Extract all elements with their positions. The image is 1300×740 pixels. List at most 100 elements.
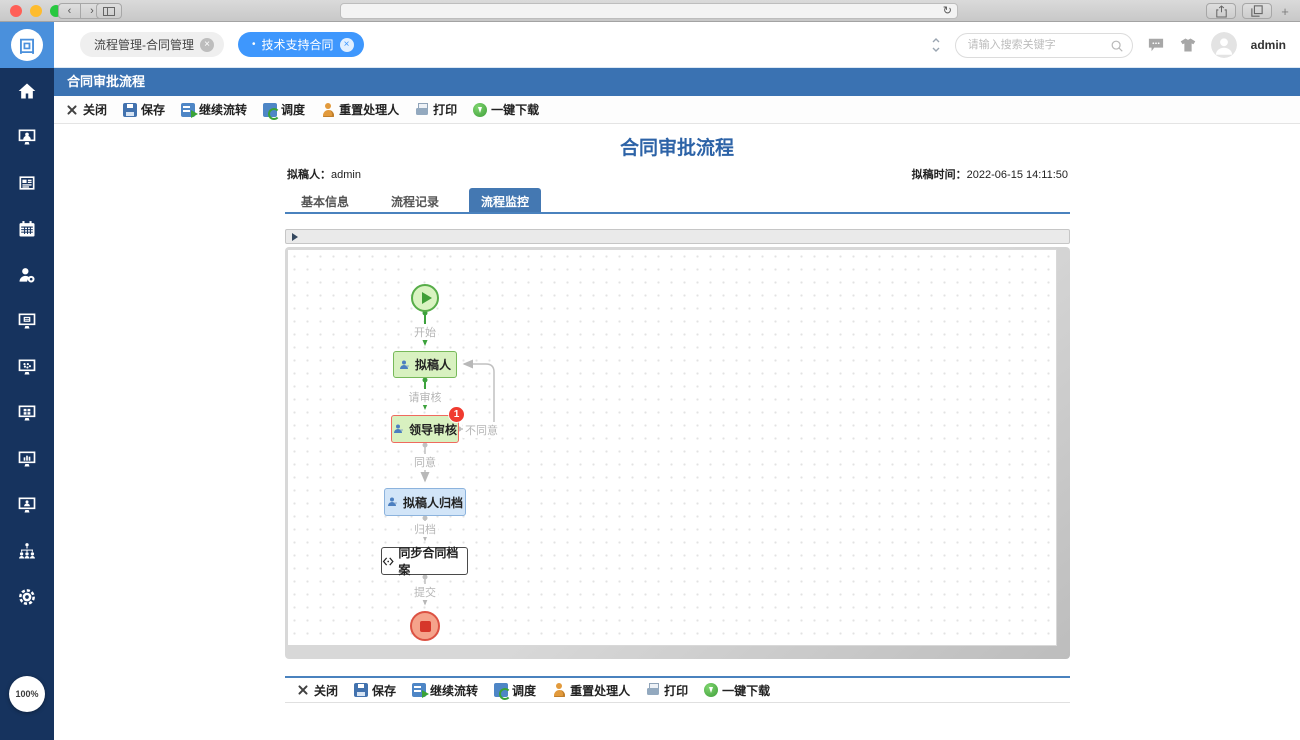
monitor-apps-icon <box>17 357 37 377</box>
search-input[interactable] <box>955 33 1133 58</box>
workspace-tab-process-mgmt[interactable]: 流程管理-合同管理 × <box>80 32 224 57</box>
print-button[interactable]: 打印 <box>646 682 688 699</box>
dispatch-button[interactable]: 调度 <box>263 101 305 118</box>
sidebar-item-monitor-chart[interactable] <box>0 436 54 482</box>
search-icon[interactable] <box>1110 39 1124 53</box>
zoom-indicator[interactable]: 100% <box>9 676 45 712</box>
org-chart-icon <box>17 541 37 561</box>
close-tab-icon[interactable]: × <box>340 38 354 52</box>
sidebar-item-news[interactable] <box>0 160 54 206</box>
close-window-button[interactable] <box>10 5 22 17</box>
app-topbar: 流程管理-合同管理 × • 技术支持合同 × admin <box>54 22 1300 68</box>
edge-label-review: 请审核 <box>407 389 444 405</box>
workspace-tab-label: 流程管理-合同管理 <box>94 36 194 53</box>
address-bar[interactable]: ↻ <box>340 3 958 19</box>
dispatch-label: 调度 <box>512 682 536 699</box>
sidebar-item-user-settings[interactable] <box>0 252 54 298</box>
tab-scroll-chevrons[interactable] <box>931 35 941 55</box>
flow-node-start[interactable] <box>411 284 439 312</box>
browser-back-button[interactable]: ‹ <box>58 3 81 19</box>
edge-label-start: 开始 <box>412 324 438 340</box>
save-button[interactable]: 保存 <box>354 682 396 699</box>
print-label: 打印 <box>664 682 688 699</box>
close-tab-icon[interactable]: × <box>200 38 214 52</box>
theme-shirt-icon[interactable] <box>1179 37 1197 53</box>
continue-flow-button[interactable]: 继续流转 <box>181 101 247 118</box>
messages-icon[interactable] <box>1147 37 1165 53</box>
new-tab-button[interactable]: + <box>1278 4 1292 19</box>
avatar[interactable] <box>1211 32 1237 58</box>
dispatch-button[interactable]: 调度 <box>494 682 536 699</box>
dispatch-icon <box>494 683 508 697</box>
flow-node-drafter-archive[interactable]: 拟稿人归档 <box>384 488 466 516</box>
palette-collapse-toggle[interactable] <box>285 229 1070 244</box>
flow-node-leader-review[interactable]: 领导审核 <box>391 415 459 443</box>
flow-node-end[interactable] <box>410 611 440 641</box>
print-button[interactable]: 打印 <box>415 101 457 118</box>
tab-basic-info[interactable]: 基本信息 <box>289 188 361 212</box>
news-icon <box>17 173 37 193</box>
sidebar-item-org-chart[interactable] <box>0 528 54 574</box>
service-task-icon <box>382 555 394 568</box>
username-label: admin <box>1251 38 1286 52</box>
browser-chrome: ‹ › ↻ + <box>0 0 1300 22</box>
tab-process-monitor[interactable]: 流程监控 <box>469 188 541 212</box>
app-logo[interactable]: 回 <box>0 22 54 68</box>
sidebar-item-user-monitor[interactable] <box>0 114 54 160</box>
close-button[interactable]: 关闭 <box>65 101 107 118</box>
close-icon <box>296 683 310 697</box>
download-label: 一键下载 <box>491 101 539 118</box>
calendar-icon <box>17 219 37 239</box>
settings-gear-icon <box>17 587 37 607</box>
flow-canvas[interactable]: 开始 拟稿人 请审核 领导审核 1 不同意 同意 拟稿人归档 归档 同步合同档案 <box>287 249 1057 646</box>
reset-user-icon <box>552 683 566 697</box>
sidebar-item-settings[interactable] <box>0 574 54 620</box>
reset-handler-button[interactable]: 重置处理人 <box>321 101 399 118</box>
browser-sidebar-toggle[interactable] <box>96 3 122 19</box>
user-monitor-icon <box>17 127 37 147</box>
flow-node-sync-archive[interactable]: 同步合同档案 <box>381 547 468 575</box>
reload-icon[interactable]: ↻ <box>943 4 952 19</box>
dispatch-label: 调度 <box>281 101 305 118</box>
page-header-title: 合同审批流程 <box>54 68 1300 96</box>
user-task-icon <box>387 496 399 508</box>
workspace-tab-tech-support-contract[interactable]: • 技术支持合同 × <box>238 32 364 57</box>
minimize-window-button[interactable] <box>30 5 42 17</box>
share-button[interactable] <box>1206 3 1236 19</box>
tabs-overview-button[interactable] <box>1242 3 1272 19</box>
sidebar-item-calendar[interactable] <box>0 206 54 252</box>
expand-arrow-icon <box>292 233 298 241</box>
unsaved-dot: • <box>252 39 256 50</box>
flow-edges <box>288 250 1057 646</box>
screen: ‹ › ↻ + 回 流程管理-合同管理 × • 技术支持 <box>0 0 1300 740</box>
sidebar-item-monitor-user[interactable] <box>0 482 54 528</box>
sidebar-item-monitor-apps[interactable] <box>0 344 54 390</box>
dispatch-icon <box>263 103 277 117</box>
sidebar-toggle-icon <box>103 7 115 16</box>
save-button[interactable]: 保存 <box>123 101 165 118</box>
sidebar-item-monitor-doc[interactable] <box>0 298 54 344</box>
print-label: 打印 <box>433 101 457 118</box>
sidebar-item-monitor-grid[interactable] <box>0 390 54 436</box>
download-button[interactable]: 一键下载 <box>704 682 770 699</box>
flow-node-label: 同步合同档案 <box>398 544 467 578</box>
sidebar-item-home[interactable] <box>0 68 54 114</box>
tabs-overview-icon <box>1251 5 1263 17</box>
draft-time-value: 2022-06-15 14:11:50 <box>967 169 1068 181</box>
close-label: 关闭 <box>83 101 107 118</box>
reset-user-icon <box>321 103 335 117</box>
download-button[interactable]: 一键下载 <box>473 101 539 118</box>
reset-handler-button[interactable]: 重置处理人 <box>552 682 630 699</box>
save-label: 保存 <box>141 101 165 118</box>
draft-time-label: 拟稿时间： <box>912 169 967 181</box>
share-icon <box>1216 5 1227 18</box>
tab-process-record[interactable]: 流程记录 <box>379 188 451 212</box>
close-label: 关闭 <box>314 682 338 699</box>
flow-node-drafter[interactable]: 拟稿人 <box>393 351 457 378</box>
close-button[interactable]: 关闭 <box>296 682 338 699</box>
user-task-icon <box>399 359 411 371</box>
edge-label-disagree: 不同意 <box>463 422 500 438</box>
drafter-value: admin <box>331 169 361 181</box>
pending-count-badge[interactable]: 1 <box>449 407 464 422</box>
continue-flow-button[interactable]: 继续流转 <box>412 682 478 699</box>
